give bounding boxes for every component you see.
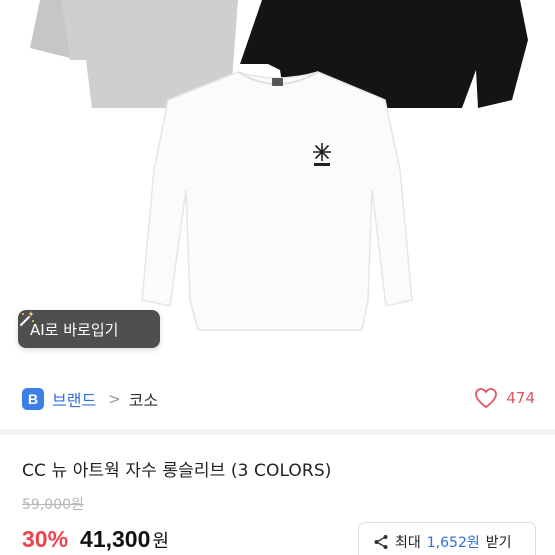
original-price: 59,000원	[22, 497, 84, 513]
brand-link[interactable]: 브랜드	[52, 387, 96, 411]
max-benefit-button[interactable]: 최대 1,652원 받기	[358, 522, 536, 555]
benefit-amount: 1,652원	[426, 535, 480, 551]
sale-price-unit: 원	[152, 531, 169, 552]
like-button[interactable]: 474	[474, 387, 535, 409]
discount-rate: 30%	[22, 526, 69, 552]
benefit-suffix: 받기	[485, 535, 512, 551]
ai-try-on-button[interactable]: AI로 바로입기	[18, 310, 160, 348]
like-count: 474	[506, 389, 535, 407]
brand-name-link[interactable]: 코소	[129, 387, 158, 411]
brand-badge-icon[interactable]: B	[22, 388, 44, 410]
benefit-prefix: 최대	[395, 535, 421, 551]
embroidery-logo	[313, 143, 331, 161]
brand-breadcrumb: B 브랜드 > 코소 474	[0, 370, 555, 428]
product-title: CC 뉴 아트웍 자수 롱슬리브 (3 COLORS)	[22, 461, 332, 481]
price-row: 30% 41,300 원	[22, 526, 169, 553]
magic-wand-icon	[20, 311, 34, 326]
ai-try-on-label: AI로 바로입기	[30, 320, 119, 339]
breadcrumb-separator: >	[108, 390, 121, 408]
heart-outline-icon	[475, 388, 498, 409]
sale-price-number: 41,300	[80, 526, 151, 552]
product-image[interactable]: AI로 바로입기	[0, 0, 555, 368]
sale-price: 41,300 원	[80, 526, 169, 553]
white-shirt	[141, 71, 413, 331]
share-icon	[374, 535, 388, 549]
section-divider	[0, 429, 555, 435]
